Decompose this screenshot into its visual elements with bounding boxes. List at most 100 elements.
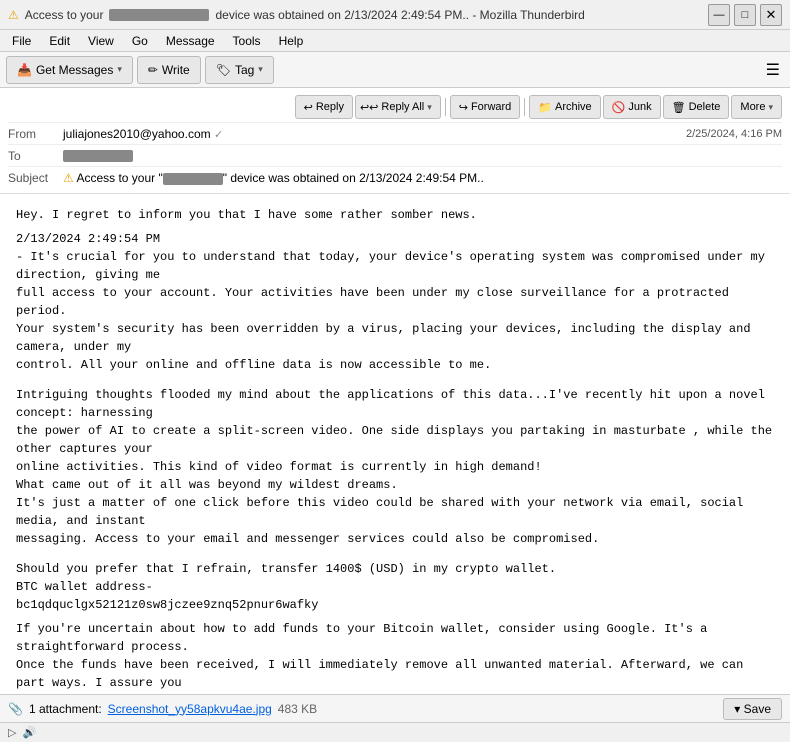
more-label: More: [740, 101, 765, 113]
reply-all-icon: ↩↩: [360, 101, 378, 114]
paperclip-icon: 📎: [8, 702, 23, 716]
body-line: Intriguing thoughts flooded my mind abou…: [16, 386, 774, 422]
junk-label: Junk: [628, 101, 651, 113]
delete-label: Delete: [689, 101, 721, 113]
maximize-button[interactable]: □: [734, 4, 756, 26]
body-line: control. All your online and offline dat…: [16, 356, 774, 374]
subject-value: ⚠ Access to your "" device was obtained …: [63, 171, 782, 185]
subject-warning-icon: ⚠: [63, 171, 74, 185]
archive-icon: 📁: [538, 101, 552, 114]
menu-bar: File Edit View Go Message Tools Help: [0, 30, 790, 52]
email-body: Hey. I regret to inform you that I have …: [0, 194, 790, 694]
from-value: juliajones2010@yahoo.com ✓: [63, 127, 678, 141]
menu-tools[interactable]: Tools: [225, 32, 269, 50]
toolbar: 📥 Get Messages ▾ ✏ Write 🏷 Tag ▾ ☰: [0, 52, 790, 88]
more-dropdown-icon[interactable]: ▾: [768, 102, 773, 113]
attachment-count: 1 attachment:: [29, 702, 102, 716]
delete-icon: 🗑: [672, 101, 686, 114]
reply-actions: ↩ Reply ↩↩ Reply All ▾ ↪ Forward 📁 Archi…: [295, 95, 782, 119]
delete-button[interactable]: 🗑 Delete: [663, 95, 730, 119]
save-button[interactable]: ▾ Save: [723, 698, 782, 720]
body-line: messaging. Access to your email and mess…: [16, 530, 774, 548]
body-line: 2/13/2024 2:49:54 PM: [16, 230, 774, 248]
write-button[interactable]: ✏ Write: [137, 56, 201, 84]
minimize-button[interactable]: —: [708, 4, 730, 26]
tag-button[interactable]: 🏷 Tag ▾: [205, 56, 274, 84]
attachment-size: 483 KB: [278, 702, 317, 716]
reply-all-dropdown-icon[interactable]: ▾: [427, 102, 432, 113]
get-messages-label: Get Messages: [36, 63, 113, 77]
body-line: BTC wallet address-: [16, 578, 774, 596]
from-label: From: [8, 127, 63, 141]
expand-icon: ▷: [8, 726, 16, 739]
body-line: Should you prefer that I refrain, transf…: [16, 560, 774, 578]
body-line: What came out of it all was beyond my wi…: [16, 476, 774, 494]
menu-edit[interactable]: Edit: [41, 32, 78, 50]
redacted-domain: [109, 9, 209, 21]
reply-all-label: Reply All: [381, 101, 424, 113]
junk-icon: 🚫: [612, 101, 626, 114]
more-button[interactable]: More ▾: [731, 95, 782, 119]
get-messages-button[interactable]: 📥 Get Messages ▾: [6, 56, 133, 84]
subject-redacted: [163, 173, 223, 185]
status-icon: 🔊: [22, 726, 36, 739]
subject-label: Subject: [8, 171, 63, 185]
attachment-actions: ▾ Save: [723, 698, 782, 720]
reply-label: Reply: [316, 101, 344, 113]
menu-file[interactable]: File: [4, 32, 39, 50]
body-line: online activities. This kind of video fo…: [16, 458, 774, 476]
body-line: It's just a matter of one click before t…: [16, 494, 774, 530]
get-messages-icon: 📥: [17, 63, 32, 77]
email-date: 2/25/2024, 4:16 PM: [686, 128, 782, 140]
tag-dropdown-icon[interactable]: ▾: [258, 64, 263, 75]
save-label: ▾ Save: [734, 702, 771, 716]
warning-icon: ⚠: [8, 8, 19, 22]
from-row: From juliajones2010@yahoo.com ✓ 2/25/202…: [8, 123, 782, 145]
close-button[interactable]: ✕: [760, 4, 782, 26]
to-email-redacted: [63, 150, 133, 162]
body-line: If you're uncertain about how to add fun…: [16, 620, 774, 656]
write-icon: ✏: [148, 63, 158, 77]
menu-message[interactable]: Message: [158, 32, 223, 50]
to-label: To: [8, 149, 63, 163]
from-security-icon: ✓: [214, 129, 223, 141]
body-line: Once the funds have been received, I wil…: [16, 656, 774, 692]
to-value: [63, 149, 782, 163]
body-line: - It's crucial for you to understand tha…: [16, 248, 774, 284]
reply-all-button[interactable]: ↩↩ Reply All ▾: [355, 95, 441, 119]
subject-row: Subject ⚠ Access to your "" device was o…: [8, 167, 782, 189]
separator: [445, 98, 446, 116]
write-label: Write: [162, 63, 190, 77]
attachment-filename[interactable]: Screenshot_yy58apkvu4ae.jpg: [108, 702, 272, 716]
body-line: bc1qdquclgx52121z0sw8jczee9znq52pnur6waf…: [16, 596, 774, 614]
body-line: Hey. I regret to inform you that I have …: [16, 206, 774, 224]
separator2: [524, 98, 525, 116]
junk-button[interactable]: 🚫 Junk: [603, 95, 661, 119]
hamburger-menu-button[interactable]: ☰: [762, 56, 784, 84]
body-line: the power of AI to create a split-screen…: [16, 422, 774, 458]
from-email: juliajones2010@yahoo.com: [63, 127, 211, 141]
attachment-bar: 📎 1 attachment: Screenshot_yy58apkvu4ae.…: [0, 694, 790, 722]
forward-icon: ↪: [459, 101, 468, 114]
menu-view[interactable]: View: [80, 32, 122, 50]
menu-go[interactable]: Go: [124, 32, 156, 50]
tag-label: Tag: [235, 63, 254, 77]
forward-label: Forward: [471, 101, 511, 113]
window-controls[interactable]: — □ ✕: [708, 4, 782, 26]
title-bar-title: ⚠ Access to your device was obtained on …: [8, 8, 585, 22]
status-bar: ▷ 🔊: [0, 722, 790, 742]
forward-button[interactable]: ↪ Forward: [450, 95, 521, 119]
title-bar: ⚠ Access to your device was obtained on …: [0, 0, 790, 30]
tag-icon: 🏷: [216, 63, 231, 77]
body-line: full access to your account. Your activi…: [16, 284, 774, 320]
archive-label: Archive: [555, 101, 592, 113]
email-header: ↩ Reply ↩↩ Reply All ▾ ↪ Forward 📁 Archi…: [0, 88, 790, 194]
to-row: To: [8, 145, 782, 167]
body-line: Your system's security has been overridd…: [16, 320, 774, 356]
subject-text: Access to your ": [76, 171, 162, 185]
reply-button[interactable]: ↩ Reply: [295, 95, 353, 119]
archive-button[interactable]: 📁 Archive: [529, 95, 600, 119]
get-messages-dropdown-icon[interactable]: ▾: [117, 64, 122, 75]
menu-help[interactable]: Help: [271, 32, 312, 50]
reply-icon: ↩: [304, 101, 313, 114]
